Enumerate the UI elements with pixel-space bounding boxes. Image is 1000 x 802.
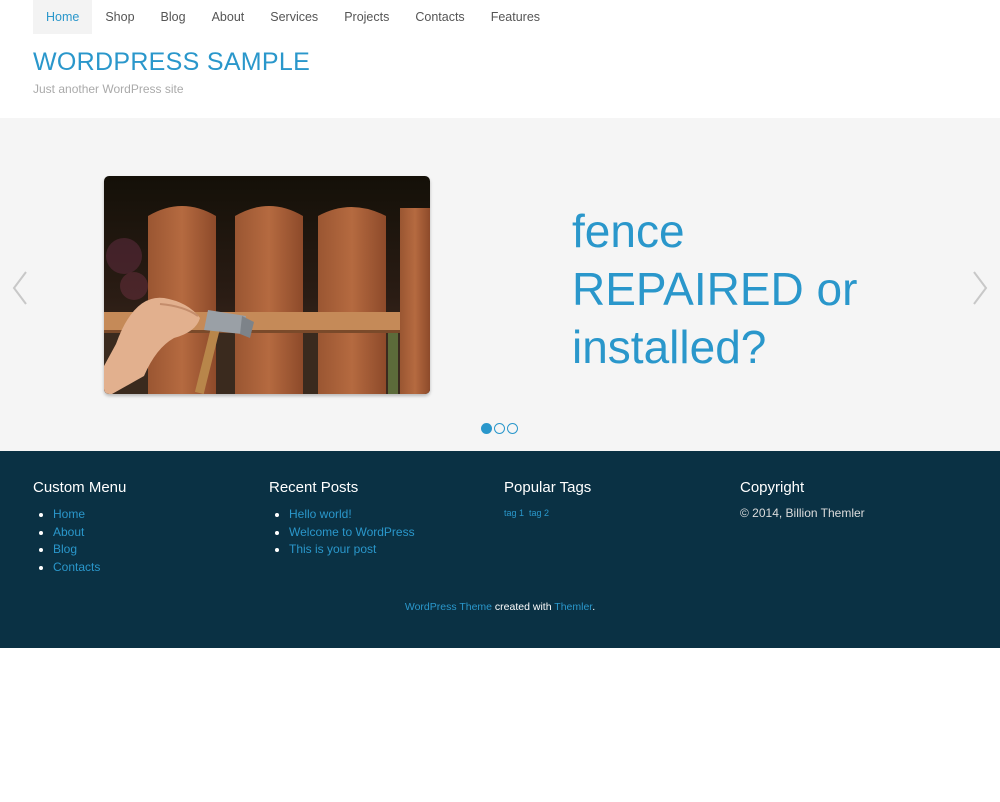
recent-post-link-2[interactable]: Welcome to WordPress: [289, 525, 415, 539]
credit-end-text: .: [592, 601, 596, 613]
footer: Custom Menu Home About Blog Contacts Rec…: [0, 451, 1000, 648]
fence-photo: [104, 176, 430, 394]
tag-cloud: tag 1 tag 2: [504, 508, 591, 518]
slider-dot-2[interactable]: [494, 423, 505, 434]
footer-popular-tags-title: Popular Tags: [504, 479, 592, 496]
list-item: Welcome to WordPress: [289, 524, 415, 542]
copyright-text: © 2014, Billion Themler: [740, 506, 865, 520]
site-title[interactable]: WORDPRESS SAMPLE: [33, 48, 310, 77]
footer-custom-menu: Custom Menu Home About Blog Contacts: [33, 479, 126, 576]
slide-caption: fence REPAIRED or installed?: [572, 202, 952, 376]
top-nav: Home Shop Blog About Services Projects C…: [33, 0, 553, 34]
slider-prev-button[interactable]: [8, 268, 32, 308]
tag-link-1[interactable]: tag 1: [504, 508, 524, 518]
nav-item-contacts[interactable]: Contacts: [402, 0, 477, 34]
footer-link-about[interactable]: About: [53, 525, 84, 539]
hero-slider: fence REPAIRED or installed?: [0, 118, 1000, 451]
credit-middle-text: created with: [492, 601, 555, 613]
footer-recent-posts: Recent Posts Hello world! Welcome to Wor…: [269, 479, 415, 559]
footer-copyright: Copyright © 2014, Billion Themler: [740, 479, 865, 520]
footer-link-blog[interactable]: Blog: [53, 542, 77, 556]
footer-custom-menu-title: Custom Menu: [33, 479, 127, 496]
footer-custom-menu-list: Home About Blog Contacts: [33, 506, 126, 576]
list-item: Contacts: [53, 559, 126, 577]
themler-link[interactable]: Themler: [554, 601, 592, 613]
list-item: About: [53, 524, 126, 542]
list-item: This is your post: [289, 541, 415, 559]
slider-next-button[interactable]: [968, 268, 992, 308]
recent-post-link-1[interactable]: Hello world!: [289, 507, 352, 521]
footer-link-contacts[interactable]: Contacts: [53, 560, 100, 574]
slide-caption-line-3: installed?: [572, 321, 767, 373]
footer-recent-posts-title: Recent Posts: [269, 479, 359, 496]
footer-recent-posts-list: Hello world! Welcome to WordPress This i…: [269, 506, 415, 559]
footer-link-home[interactable]: Home: [53, 507, 85, 521]
nav-item-blog[interactable]: Blog: [148, 0, 199, 34]
slide-caption-line-2: REPAIRED or: [572, 263, 858, 315]
nav-item-shop[interactable]: Shop: [92, 0, 147, 34]
chevron-left-icon: [12, 271, 27, 305]
chevron-right-icon: [973, 271, 988, 305]
nav-item-home[interactable]: Home: [33, 0, 93, 34]
wordpress-theme-link[interactable]: WordPress Theme: [405, 601, 492, 613]
nav-item-services[interactable]: Services: [257, 0, 331, 34]
nav-item-features[interactable]: Features: [478, 0, 553, 34]
list-item: Home: [53, 506, 126, 524]
slider-pagination: [481, 423, 518, 434]
footer-popular-tags: Popular Tags tag 1 tag 2: [504, 479, 591, 518]
list-item: Blog: [53, 541, 126, 559]
site-tagline: Just another WordPress site: [33, 82, 184, 96]
slider-dot-3[interactable]: [507, 423, 518, 434]
nav-item-projects[interactable]: Projects: [331, 0, 402, 34]
footer-credit: WordPress Theme created with Themler.: [0, 601, 1000, 613]
slider-dot-1[interactable]: [481, 423, 492, 434]
recent-post-link-3[interactable]: This is your post: [289, 542, 376, 556]
tag-link-2[interactable]: tag 2: [529, 508, 549, 518]
slide-caption-line-1: fence: [572, 205, 685, 257]
footer-copyright-title: Copyright: [740, 479, 805, 496]
list-item: Hello world!: [289, 506, 415, 524]
nav-item-about[interactable]: About: [199, 0, 258, 34]
slide-image-fence: [104, 176, 430, 394]
